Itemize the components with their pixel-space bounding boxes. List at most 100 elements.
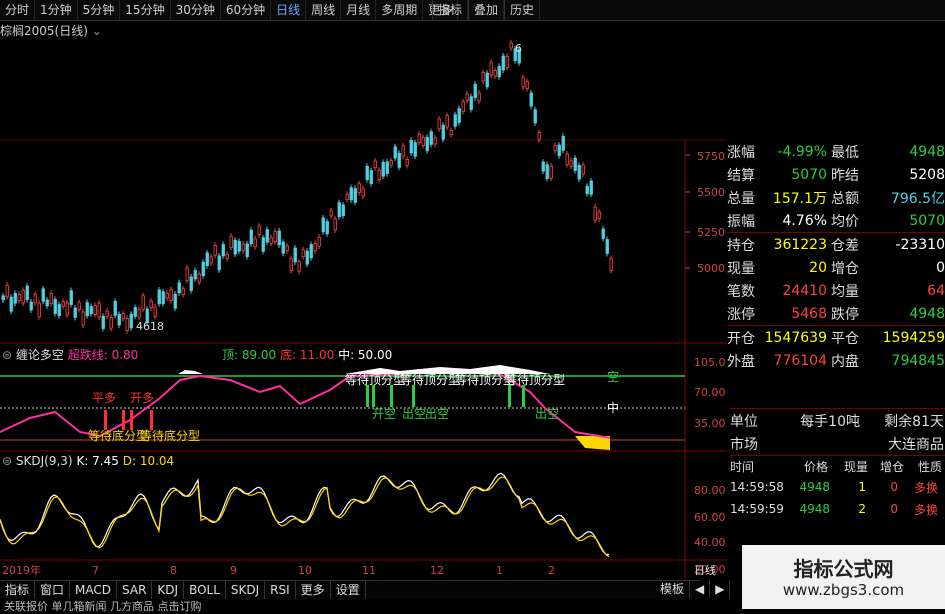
tab-window[interactable]: 窗口: [35, 581, 71, 599]
bottom-right-controls: 模板 ◀ ▶: [655, 580, 731, 598]
tab-macd[interactable]: MACD: [70, 581, 118, 599]
indicator2-header[interactable]: ⊜ SKDJ(9,3) K: 7.45 D: 10.04: [2, 454, 174, 468]
quote-label: 最低: [831, 144, 859, 161]
quote-value: 361223: [773, 236, 827, 253]
signal-short-1: 开空: [372, 407, 396, 421]
quote-label: 外盘: [727, 353, 755, 370]
month-label-2019: 2019年: [2, 563, 41, 577]
quote-value: 4.76%: [782, 212, 827, 229]
tab-settings[interactable]: 设置: [331, 581, 366, 599]
period-tab-1min[interactable]: 1分钟: [35, 0, 78, 20]
watermark-title: 指标公式网: [793, 557, 894, 581]
tab-sar[interactable]: SAR: [117, 581, 153, 599]
chart-canvas[interactable]: 5750 5500 5250 5000 6 4618 105.0 70.00 3…: [0, 20, 727, 580]
quote-row: 涨停 5468 跌停 4948: [727, 302, 945, 325]
tab-boll[interactable]: BOLL: [184, 581, 226, 599]
unit-value: 每手10吨: [800, 413, 860, 430]
month-label-7: 7: [92, 564, 99, 577]
indicator1-header[interactable]: ⊜ 缠论多空 超跌线: 0.80 顶: 89.00 底: 11.00 中: 50…: [2, 346, 392, 363]
period-tab-daily[interactable]: 日线: [271, 0, 307, 20]
quote-value: -4.99%: [777, 143, 827, 160]
quote-row: 现量 20 增仓 0: [727, 256, 945, 279]
bottom-indicator-tabs: 指标 窗口 MACD SAR KDJ BOLL SKDJ RSI 更多 设置: [0, 580, 700, 599]
high-price-label: 6: [515, 42, 522, 55]
symbol-name: 棕榈2005(日线): [0, 24, 88, 38]
trade-time: 14:59:59: [730, 502, 784, 516]
quote-panel: 涨幅 -4.99% 最低 4948 结算 5070 昨结 5208 总量 157.1万 总额 796.…: [727, 140, 945, 372]
trade-price: 4948: [799, 480, 830, 494]
chevron-down-icon[interactable]: ⌄: [92, 24, 102, 38]
price-tick-5750: 5750: [697, 150, 725, 163]
indicator2-k: K: 7.45: [76, 454, 119, 468]
period-tab-60min[interactable]: 60分钟: [221, 0, 272, 20]
scroll-right-icon[interactable]: ▶: [710, 580, 731, 598]
month-label-8: 8: [170, 564, 177, 577]
indicator-button[interactable]: 指标: [431, 0, 468, 20]
month-label-9: 9: [230, 564, 237, 577]
quote-label: 涨幅: [727, 144, 755, 161]
tab-indicator[interactable]: 指标: [0, 581, 36, 599]
period-toolbar: 分时 1分钟 5分钟 15分钟 30分钟 60分钟 日线 周线 月线 多周期 更…: [0, 0, 945, 21]
quote-value: 5070: [909, 212, 945, 229]
scroll-left-icon[interactable]: ◀: [690, 580, 711, 598]
tab-rsi[interactable]: RSI: [265, 581, 296, 599]
symbol-title[interactable]: 棕榈2005(日线) ⌄: [0, 22, 102, 39]
ind1-tick-35: 35.00: [694, 417, 726, 430]
settings-icon[interactable]: ⊜: [2, 454, 12, 468]
month-label-12: 12: [430, 564, 444, 577]
tab-more[interactable]: 更多: [296, 581, 331, 599]
quote-label: 仓差: [831, 237, 859, 254]
settings-icon[interactable]: ⊜: [2, 348, 12, 362]
tab-skdj[interactable]: SKDJ: [226, 581, 266, 599]
trade-row: 14:59:59 4948 2 0 多换: [730, 498, 945, 520]
month-label-10: 10: [298, 564, 312, 577]
period-tab-multi[interactable]: 多周期: [376, 0, 424, 20]
quote-label: 总量: [727, 190, 755, 207]
period-tab-fenshi[interactable]: 分时: [0, 0, 36, 20]
period-tab-monthly[interactable]: 月线: [341, 0, 377, 20]
period-tab-15min[interactable]: 15分钟: [120, 0, 171, 20]
trade-header-vol: 现量: [843, 459, 868, 474]
quote-value: 1547639: [764, 329, 827, 346]
ind1-top-word: 空: [607, 370, 619, 384]
unit-row: 单位 每手10吨 剩余81天: [730, 408, 945, 432]
quote-label: 平仓: [831, 330, 859, 347]
quote-value: 4948: [909, 143, 945, 160]
signal-top-shape-4: 等待顶分型: [505, 373, 565, 387]
trade-vol: 1: [858, 480, 866, 494]
ind1-tick-70: 70.00: [694, 386, 726, 399]
candlestick-series: [1, 40, 613, 334]
template-button[interactable]: 模板: [655, 580, 691, 598]
overlay-button[interactable]: 叠加: [467, 0, 504, 20]
quote-label: 均价: [831, 213, 859, 230]
period-tab-weekly[interactable]: 周线: [306, 0, 342, 20]
signal-short-2: 出空: [402, 407, 426, 421]
tab-kdj[interactable]: KDJ: [152, 581, 185, 599]
quote-value: 64: [927, 282, 945, 299]
quote-value: 776104: [773, 352, 827, 369]
quote-row: 涨幅 -4.99% 最低 4948: [727, 140, 945, 163]
quote-value: 794845: [891, 352, 945, 369]
period-label: 日线: [694, 563, 716, 577]
quote-label: 现量: [727, 260, 755, 277]
low-price-label: 4618: [136, 320, 164, 333]
quote-label: 笔数: [727, 283, 755, 300]
watermark-url: www.zbgs3.com: [782, 581, 905, 599]
trade-nature: 多换: [913, 502, 938, 517]
quote-label: 均量: [831, 283, 859, 300]
market-row: 市场 大连商品: [730, 432, 945, 455]
quote-value: 157.1万: [772, 190, 827, 207]
unit-label: 单位: [730, 413, 758, 430]
period-tab-5min[interactable]: 5分钟: [78, 0, 121, 20]
quote-row: 开仓 1547639 平仓 1594259: [727, 325, 945, 349]
trade-header-row: 时间 价格 现量 增仓 性质: [730, 455, 945, 476]
month-label-1: 1: [496, 564, 503, 577]
trade-row: 14:59:58 4948 1 0 多换: [730, 476, 945, 498]
quote-row: 持仓 361223 仓差 -23310: [727, 232, 945, 256]
quote-value: 5070: [791, 166, 827, 183]
signal-long-open: 开多: [130, 391, 154, 405]
quote-label: 振幅: [727, 213, 755, 230]
quote-value: 796.5亿: [890, 190, 945, 207]
period-tab-30min[interactable]: 30分钟: [171, 0, 221, 20]
history-button[interactable]: 历史: [503, 0, 540, 20]
